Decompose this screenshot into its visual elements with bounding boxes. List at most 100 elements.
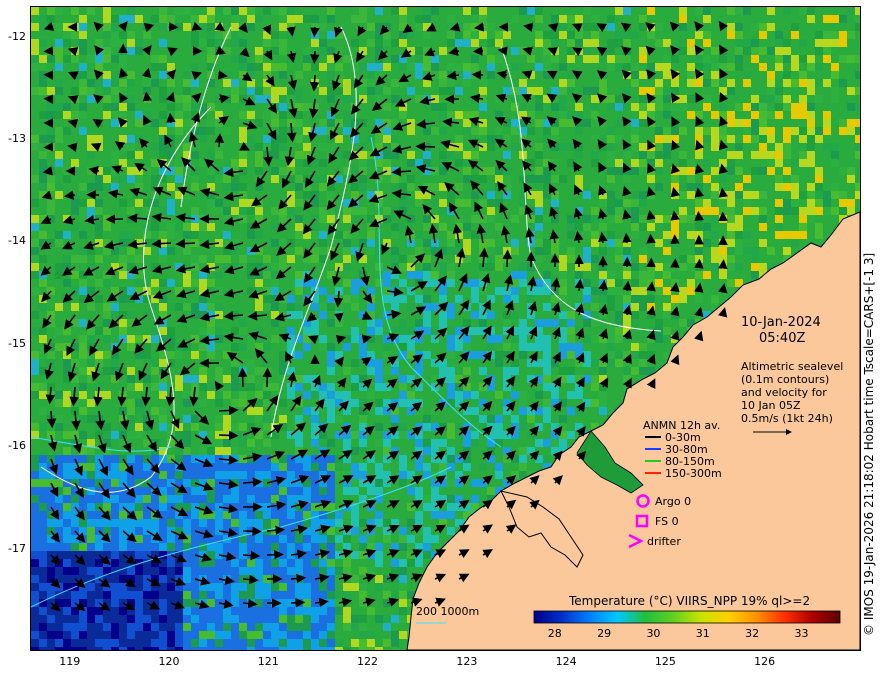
sst-cell	[263, 271, 271, 279]
sst-cell	[295, 471, 303, 479]
sst-cell	[655, 167, 663, 175]
sst-cell	[791, 31, 799, 39]
sst-cell	[591, 55, 599, 63]
sst-cell	[799, 7, 807, 15]
sst-cell	[815, 207, 823, 215]
sst-cell	[119, 639, 127, 647]
sst-cell	[47, 7, 55, 15]
sst-cell	[79, 359, 87, 367]
sst-cell	[663, 87, 671, 95]
sst-cell	[815, 199, 823, 207]
sst-cell	[31, 551, 39, 559]
sst-cell	[207, 199, 215, 207]
sst-cell	[247, 607, 255, 615]
sst-cell	[767, 7, 775, 15]
sst-cell	[655, 151, 663, 159]
sst-cell	[615, 95, 623, 103]
sst-cell	[719, 247, 727, 255]
sst-cell	[127, 399, 135, 407]
sst-cell	[615, 135, 623, 143]
sst-cell	[471, 231, 479, 239]
sst-cell	[143, 487, 151, 495]
sst-cell	[447, 151, 455, 159]
sst-cell	[103, 527, 111, 535]
sst-cell	[607, 55, 615, 63]
sst-cell	[351, 335, 359, 343]
sst-cell	[271, 495, 279, 503]
sst-cell	[287, 511, 295, 519]
sst-cell	[103, 55, 111, 63]
sst-cell	[743, 199, 751, 207]
sst-cell	[47, 199, 55, 207]
sst-cell	[615, 359, 623, 367]
sst-cell	[71, 543, 79, 551]
sst-cell	[351, 303, 359, 311]
sst-cell	[215, 255, 223, 263]
sst-cell	[439, 455, 447, 463]
sst-cell	[255, 431, 263, 439]
sst-cell	[503, 31, 511, 39]
sst-cell	[271, 47, 279, 55]
sst-cell	[287, 631, 295, 639]
sst-cell	[295, 591, 303, 599]
sst-cell	[31, 487, 39, 495]
sst-cell	[55, 399, 63, 407]
sst-cell	[63, 447, 71, 455]
sst-cell	[39, 647, 47, 650]
sst-cell	[415, 559, 423, 567]
sst-cell	[39, 479, 47, 487]
sst-cell	[55, 87, 63, 95]
sst-cell	[279, 15, 287, 23]
sst-cell	[63, 519, 71, 527]
sst-cell	[55, 135, 63, 143]
sst-cell	[207, 327, 215, 335]
sst-cell	[679, 151, 687, 159]
sst-cell	[55, 647, 63, 650]
sst-cell	[527, 159, 535, 167]
sst-cell	[767, 79, 775, 87]
sst-cell	[439, 71, 447, 79]
sst-cell	[551, 439, 559, 447]
sst-cell	[607, 143, 615, 151]
sst-cell	[231, 599, 239, 607]
sst-cell	[615, 119, 623, 127]
sst-cell	[87, 95, 95, 103]
sst-cell	[311, 495, 319, 503]
sst-cell	[495, 287, 503, 295]
sst-cell	[439, 127, 447, 135]
map-panel[interactable]: 10-Jan-2024 05:40Z Altimetric sealevel (…	[30, 6, 861, 651]
sst-cell	[191, 151, 199, 159]
sst-cell	[127, 631, 135, 639]
sst-cell	[319, 487, 327, 495]
sst-cell	[799, 215, 807, 223]
sst-cell	[351, 399, 359, 407]
sst-cell	[31, 519, 39, 527]
sst-cell	[335, 415, 343, 423]
sst-cell	[327, 615, 335, 623]
sst-cell	[655, 239, 663, 247]
sst-cell	[351, 383, 359, 391]
sst-cell	[175, 591, 183, 599]
sst-cell	[271, 559, 279, 567]
sst-cell	[247, 511, 255, 519]
sst-cell	[159, 439, 167, 447]
sst-cell	[839, 127, 847, 135]
sst-cell	[303, 327, 311, 335]
sst-cell	[295, 103, 303, 111]
sst-cell	[639, 143, 647, 151]
sst-cell	[367, 79, 375, 87]
sst-cell	[535, 343, 543, 351]
sst-cell	[255, 295, 263, 303]
sst-cell	[255, 95, 263, 103]
sst-cell	[759, 143, 767, 151]
sst-cell	[63, 623, 71, 631]
sst-cell	[415, 359, 423, 367]
sst-cell	[183, 375, 191, 383]
sst-cell	[767, 135, 775, 143]
sst-cell	[687, 191, 695, 199]
sst-cell	[543, 383, 551, 391]
sst-cell	[135, 15, 143, 23]
sst-cell	[687, 63, 695, 71]
sst-cell	[223, 607, 231, 615]
sst-cell	[791, 159, 799, 167]
